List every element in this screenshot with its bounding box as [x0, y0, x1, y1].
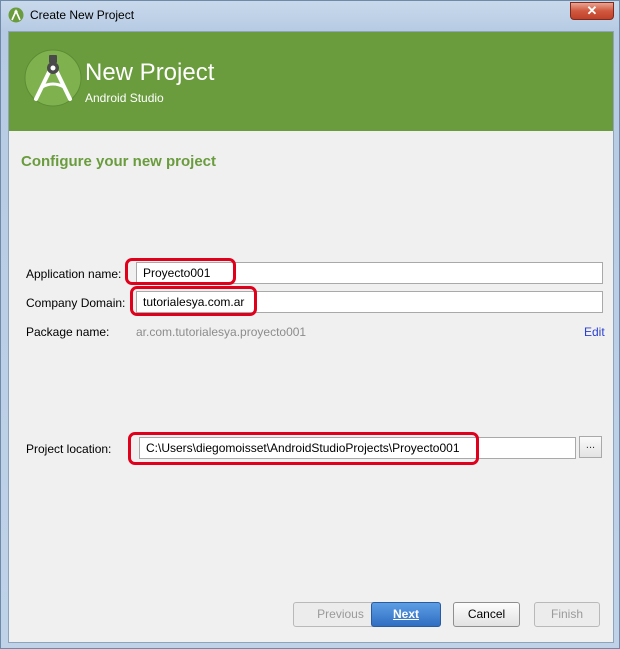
header-title: New Project: [85, 59, 215, 86]
section-title: Configure your new project: [21, 153, 217, 170]
project-location-label: Project location:: [26, 442, 112, 456]
project-location-field[interactable]: C:\Users\diegomoisset\AndroidStudioProje…: [139, 437, 576, 459]
cancel-button[interactable]: Cancel: [453, 602, 520, 627]
company-domain-field[interactable]: tutorialesya.com.ar: [136, 291, 603, 313]
edit-link[interactable]: Edit: [584, 325, 605, 339]
header-banner: New Project Android Studio: [9, 32, 613, 131]
package-name-value: ar.com.tutorialesya.proyecto001: [136, 325, 307, 339]
window-title: Create New Project: [30, 8, 135, 22]
app-name-label: Application name:: [26, 267, 122, 281]
dialog-window: Create New Project ✕ New Project Android…: [0, 0, 620, 649]
android-studio-logo: [24, 49, 82, 107]
next-button-label: Next: [392, 607, 419, 621]
close-icon: ✕: [586, 3, 598, 18]
dialog-content: New Project Android Studio Configure you…: [8, 31, 614, 643]
header-subtitle: Android Studio: [85, 91, 164, 105]
android-studio-icon: [8, 7, 24, 23]
next-button[interactable]: Next: [371, 602, 441, 627]
app-name-field[interactable]: Proyecto001: [136, 262, 603, 284]
company-domain-label: Company Domain:: [26, 296, 126, 310]
finish-button[interactable]: Finish: [534, 602, 600, 627]
browse-icon: ...: [585, 439, 596, 451]
title-bar[interactable]: Create New Project ✕: [1, 1, 619, 29]
package-name-label: Package name:: [26, 325, 110, 339]
browse-button[interactable]: ...: [579, 436, 602, 458]
close-button[interactable]: ✕: [570, 2, 614, 20]
